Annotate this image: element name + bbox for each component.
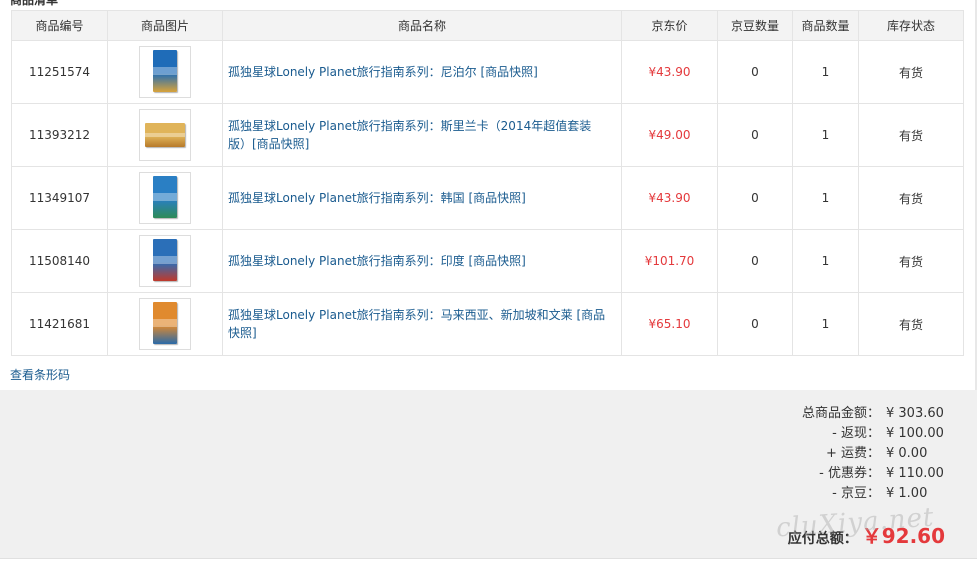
col-header-qty: 商品数量: [792, 10, 859, 41]
book-cover-image: [153, 239, 177, 281]
product-price: ¥101.70: [621, 229, 718, 293]
product-beans: 0: [717, 166, 793, 230]
product-name-cell: 孤独星球Lonely Planet旅行指南系列：印度 [商品快照]: [222, 229, 622, 293]
stock-status: 有货: [858, 229, 964, 293]
product-thumbnail[interactable]: [139, 298, 191, 350]
summary-value: ¥ 303.60: [886, 406, 944, 421]
product-beans: 0: [717, 229, 793, 293]
table-row: 11349107 孤独星球Lonely Planet旅行指南系列：韩国 [商品快照…: [11, 166, 964, 230]
product-thumbnail[interactable]: [139, 109, 191, 161]
product-thumbnail[interactable]: [139, 172, 191, 224]
product-price: ¥43.90: [621, 40, 718, 104]
summary-value: ¥ 0.00: [886, 446, 928, 461]
product-name-link[interactable]: 孤独星球Lonely Planet旅行指南系列：马来西亚、新加坡和文莱 [商品快…: [228, 308, 605, 340]
product-image-cell: [107, 166, 223, 230]
product-price: ¥43.90: [621, 166, 718, 230]
goods-table: 商品编号 商品图片 商品名称 京东价 京豆数量 商品数量 库存状态 112515…: [11, 10, 964, 356]
table-row: 11393212 孤独星球Lonely Planet旅行指南系列：斯里兰卡（201…: [11, 103, 964, 167]
col-header-image: 商品图片: [107, 10, 223, 41]
summary-value: ¥ 100.00: [886, 426, 944, 441]
col-header-beans: 京豆数量: [717, 10, 793, 41]
summary-label: 总商品金额：: [801, 406, 880, 421]
product-name-cell: 孤独星球Lonely Planet旅行指南系列：尼泊尔 [商品快照]: [222, 40, 622, 104]
product-name-cell: 孤独星球Lonely Planet旅行指南系列：斯里兰卡（2014年超值套装版）…: [222, 103, 622, 167]
col-header-name: 商品名称: [222, 10, 622, 41]
book-cover-image: [153, 176, 177, 218]
product-name-link[interactable]: 孤独星球Lonely Planet旅行指南系列：斯里兰卡（2014年超值套装版）…: [228, 119, 591, 151]
stock-status: 有货: [858, 40, 964, 104]
col-header-id: 商品编号: [11, 10, 108, 41]
section-title: 商品清单: [10, 0, 59, 7]
summary-row: + 运费： ¥ 0.00: [826, 444, 946, 464]
table-row: 11508140 孤独星球Lonely Planet旅行指南系列：印度 [商品快照…: [11, 229, 964, 293]
product-qty: 1: [792, 229, 859, 293]
summary-row: - 返现： ¥ 100.00: [832, 424, 946, 444]
product-thumbnail[interactable]: [139, 46, 191, 98]
product-qty: 1: [792, 103, 859, 167]
product-id: 11349107: [11, 166, 108, 230]
product-name-cell: 孤独星球Lonely Planet旅行指南系列：马来西亚、新加坡和文莱 [商品快…: [222, 292, 622, 356]
product-name-link[interactable]: 孤独星球Lonely Planet旅行指南系列：韩国 [商品快照]: [228, 191, 526, 205]
col-header-price: 京东价: [621, 10, 718, 41]
view-barcode-link[interactable]: 查看条形码: [10, 366, 70, 383]
stock-status: 有货: [858, 166, 964, 230]
col-header-stock: 库存状态: [858, 10, 964, 41]
product-beans: 0: [717, 292, 793, 356]
product-qty: 1: [792, 166, 859, 230]
book-cover-image: [153, 50, 177, 92]
product-name-link[interactable]: 孤独星球Lonely Planet旅行指南系列：印度 [商品快照]: [228, 254, 526, 268]
table-row: 11421681 孤独星球Lonely Planet旅行指南系列：马来西亚、新加坡…: [11, 292, 964, 356]
product-thumbnail[interactable]: [139, 235, 191, 287]
product-beans: 0: [717, 40, 793, 104]
summary-row: 总商品金额： ¥ 303.60: [802, 404, 946, 424]
summary-value: ¥ 110.00: [886, 466, 944, 481]
table-row: 11251574 孤独星球Lonely Planet旅行指南系列：尼泊尔 [商品快…: [11, 40, 964, 104]
summary-value: ¥ 1.00: [886, 486, 928, 501]
summary-row: - 优惠券： ¥ 110.00: [819, 464, 946, 484]
divider: [0, 558, 977, 559]
book-cover-image: [145, 123, 185, 147]
product-id: 11421681: [11, 292, 108, 356]
summary-label: - 京豆：: [832, 486, 880, 501]
product-qty: 1: [792, 292, 859, 356]
summary-label: - 返现：: [832, 426, 880, 441]
product-image-cell: [107, 229, 223, 293]
product-image-cell: [107, 103, 223, 167]
stock-status: 有货: [858, 103, 964, 167]
product-name-link[interactable]: 孤独星球Lonely Planet旅行指南系列：尼泊尔 [商品快照]: [228, 65, 538, 79]
product-price: ¥65.10: [621, 292, 718, 356]
summary-row: - 京豆： ¥ 1.00: [832, 484, 946, 504]
product-beans: 0: [717, 103, 793, 167]
product-name-cell: 孤独星球Lonely Planet旅行指南系列：韩国 [商品快照]: [222, 166, 622, 230]
product-id: 11393212: [11, 103, 108, 167]
summary-label: - 优惠券：: [819, 466, 880, 481]
book-cover-image: [153, 302, 177, 344]
product-image-cell: [107, 40, 223, 104]
product-qty: 1: [792, 40, 859, 104]
table-header-row: 商品编号 商品图片 商品名称 京东价 京豆数量 商品数量 库存状态: [11, 10, 964, 41]
product-image-cell: [107, 292, 223, 356]
product-id: 11508140: [11, 229, 108, 293]
product-price: ¥49.00: [621, 103, 718, 167]
product-id: 11251574: [11, 40, 108, 104]
summary-label: + 运费：: [825, 446, 880, 461]
stock-status: 有货: [858, 292, 964, 356]
